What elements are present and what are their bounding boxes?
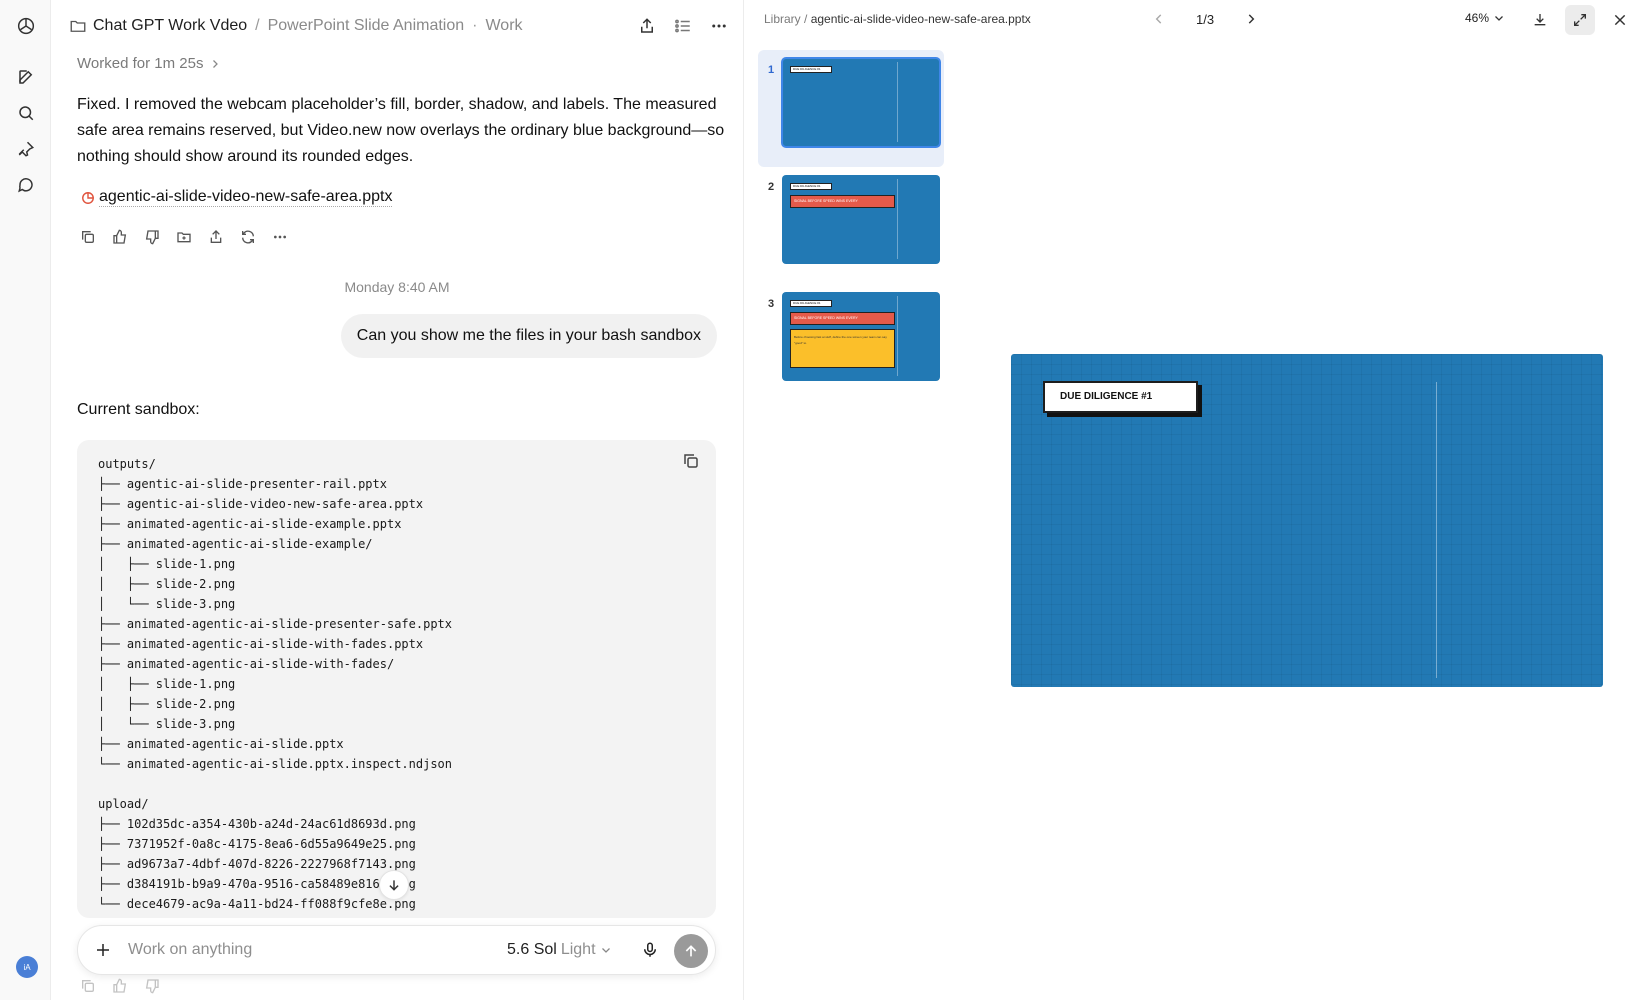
message-timestamp: Monday 8:40 AM bbox=[344, 279, 450, 295]
folder-icon bbox=[69, 17, 87, 35]
mode-label[interactable]: Work bbox=[485, 17, 522, 35]
thumbnail-slide-1[interactable]: 1 DUE DILIGENCE #1 bbox=[758, 50, 944, 167]
library-link[interactable]: Library bbox=[764, 12, 801, 26]
model-selector[interactable]: 5.6 Sol Light bbox=[507, 941, 612, 959]
faded-message-actions bbox=[77, 975, 163, 997]
close-icon[interactable] bbox=[1605, 5, 1635, 35]
header-actions bbox=[635, 14, 731, 38]
thumbs-down-icon[interactable] bbox=[141, 226, 163, 248]
chat-pane: Chat GPT Work Vdeo / PowerPoint Slide An… bbox=[51, 0, 743, 1000]
conversation-title[interactable]: PowerPoint Slide Animation bbox=[268, 17, 465, 35]
chevron-down-icon bbox=[600, 944, 612, 956]
thumbnail-yellow-card: Before choosing fast ai stuff, define th… bbox=[790, 329, 895, 368]
left-rail: iA bbox=[0, 0, 51, 1000]
preview-breadcrumb: Library / agentic-ai-slide-video-new-saf… bbox=[764, 12, 1031, 26]
add-attachment-icon[interactable] bbox=[92, 939, 114, 961]
thumbnail-slide-3[interactable]: 3 DUE DILIGENCE #1 SIGNAL BEFORE SPEED W… bbox=[758, 284, 958, 401]
share-message-icon[interactable] bbox=[205, 226, 227, 248]
slide-thumbnails: 1 DUE DILIGENCE #1 2 DUE DILIGENCE #1 SI… bbox=[758, 50, 958, 401]
new-chat-icon[interactable] bbox=[13, 64, 39, 90]
microphone-icon[interactable] bbox=[639, 939, 661, 961]
thumbnail-image: DUE DILIGENCE #1 SIGNAL BEFORE SPEED WIN… bbox=[782, 292, 940, 381]
sandbox-listing: outputs/ ├── agentic-ai-slide-presenter-… bbox=[98, 457, 453, 911]
code-block: outputs/ ├── agentic-ai-slide-presenter-… bbox=[77, 440, 716, 918]
copy-icon[interactable] bbox=[77, 226, 99, 248]
thumbnail-divider bbox=[897, 296, 898, 376]
assistant-message: Fixed. I removed the webcam placeholder’… bbox=[77, 96, 725, 165]
thumbnail-number: 1 bbox=[768, 64, 775, 76]
model-name: 5.6 Sol bbox=[507, 941, 557, 958]
thumbs-up-icon bbox=[109, 975, 131, 997]
previous-page-icon[interactable] bbox=[1150, 10, 1168, 28]
composer-input[interactable]: Work on anything bbox=[128, 941, 252, 959]
attachment-name: agentic-ai-slide-video-new-safe-area.ppt… bbox=[99, 188, 393, 207]
thumbnail-red-banner: SIGNAL BEFORE SPEED WINS EVERY bbox=[790, 312, 895, 325]
file-preview-pane: Library / agentic-ai-slide-video-new-saf… bbox=[743, 0, 1650, 1000]
composer: Work on anything 5.6 Sol Light bbox=[77, 925, 716, 975]
page-indicator: 1/3 bbox=[1196, 11, 1215, 27]
save-to-folder-icon[interactable] bbox=[173, 226, 195, 248]
search-icon[interactable] bbox=[13, 100, 39, 126]
zoom-level: 46% bbox=[1465, 11, 1490, 25]
regenerate-icon[interactable] bbox=[237, 226, 259, 248]
breadcrumb-dot: · bbox=[472, 17, 478, 34]
breadcrumb-separator: / bbox=[804, 12, 811, 26]
thumbs-up-icon[interactable] bbox=[109, 226, 131, 248]
chevron-right-icon bbox=[209, 58, 221, 70]
preview-header: Library / agentic-ai-slide-video-new-saf… bbox=[744, 0, 1650, 40]
thumbnail-divider bbox=[897, 179, 898, 259]
worked-duration[interactable]: Worked for 1m 25s bbox=[77, 55, 221, 72]
attachment-link[interactable]: agentic-ai-slide-video-new-safe-area.ppt… bbox=[81, 188, 393, 207]
preview-tools bbox=[1525, 5, 1635, 35]
more-actions-icon[interactable] bbox=[269, 226, 291, 248]
thumbnail-image: DUE DILIGENCE #1 SIGNAL BEFORE SPEED WIN… bbox=[782, 175, 940, 264]
send-button[interactable] bbox=[674, 934, 708, 968]
breadcrumb: Chat GPT Work Vdeo / PowerPoint Slide An… bbox=[69, 17, 523, 35]
expand-icon[interactable] bbox=[1565, 5, 1595, 35]
logo-icon[interactable] bbox=[13, 13, 39, 39]
chevron-down-icon bbox=[1493, 12, 1505, 24]
scroll-down-icon[interactable] bbox=[379, 870, 409, 900]
breadcrumb-separator: / bbox=[255, 17, 260, 34]
thumbnail-slide-2[interactable]: 2 DUE DILIGENCE #1 SIGNAL BEFORE SPEED W… bbox=[758, 167, 958, 284]
user-message: Can you show me the files in your bash s… bbox=[340, 314, 717, 358]
zoom-selector[interactable]: 46% bbox=[1465, 11, 1505, 25]
thumbnail-tag: DUE DILIGENCE #1 bbox=[790, 300, 832, 307]
current-sandbox-label: Current sandbox: bbox=[77, 401, 200, 418]
slide-canvas: DUE DILIGENCE #1 bbox=[1011, 354, 1603, 687]
chat-header: Chat GPT Work Vdeo / PowerPoint Slide An… bbox=[51, 0, 743, 54]
avatar[interactable]: iA bbox=[16, 956, 38, 978]
thumbnail-number: 3 bbox=[768, 298, 775, 310]
slide-tag: DUE DILIGENCE #1 bbox=[1043, 381, 1198, 413]
thumbnail-number: 2 bbox=[768, 181, 775, 193]
effort-level: Light bbox=[560, 941, 596, 958]
app-root: iA Chat GPT Work Vdeo / PowerPoint Slide… bbox=[0, 0, 1650, 1000]
thumbs-down-icon bbox=[141, 975, 163, 997]
project-name[interactable]: Chat GPT Work Vdeo bbox=[93, 17, 247, 35]
preview-filename: agentic-ai-slide-video-new-safe-area.ppt… bbox=[810, 12, 1031, 26]
thumbnail-tag: DUE DILIGENCE #1 bbox=[790, 66, 832, 73]
chat-icon[interactable] bbox=[13, 172, 39, 198]
page-navigation: 1/3 bbox=[1150, 10, 1260, 28]
pin-icon[interactable] bbox=[13, 136, 39, 162]
download-icon[interactable] bbox=[1525, 5, 1555, 35]
next-page-icon[interactable] bbox=[1242, 10, 1260, 28]
worked-label: Worked for 1m 25s bbox=[77, 55, 204, 72]
message-actions bbox=[77, 226, 291, 248]
list-icon[interactable] bbox=[671, 14, 695, 38]
thumbnail-image: DUE DILIGENCE #1 bbox=[781, 57, 941, 148]
thumbnail-tag: DUE DILIGENCE #1 bbox=[790, 183, 832, 190]
thumbnail-divider bbox=[897, 62, 898, 142]
more-options-icon[interactable] bbox=[707, 14, 731, 38]
presenter-safe-divider bbox=[1436, 382, 1437, 678]
copy-code-icon[interactable] bbox=[682, 452, 700, 470]
powerpoint-icon bbox=[81, 191, 95, 205]
copy-icon bbox=[77, 975, 99, 997]
share-icon[interactable] bbox=[635, 14, 659, 38]
thumbnail-red-banner: SIGNAL BEFORE SPEED WINS EVERY bbox=[790, 195, 895, 208]
